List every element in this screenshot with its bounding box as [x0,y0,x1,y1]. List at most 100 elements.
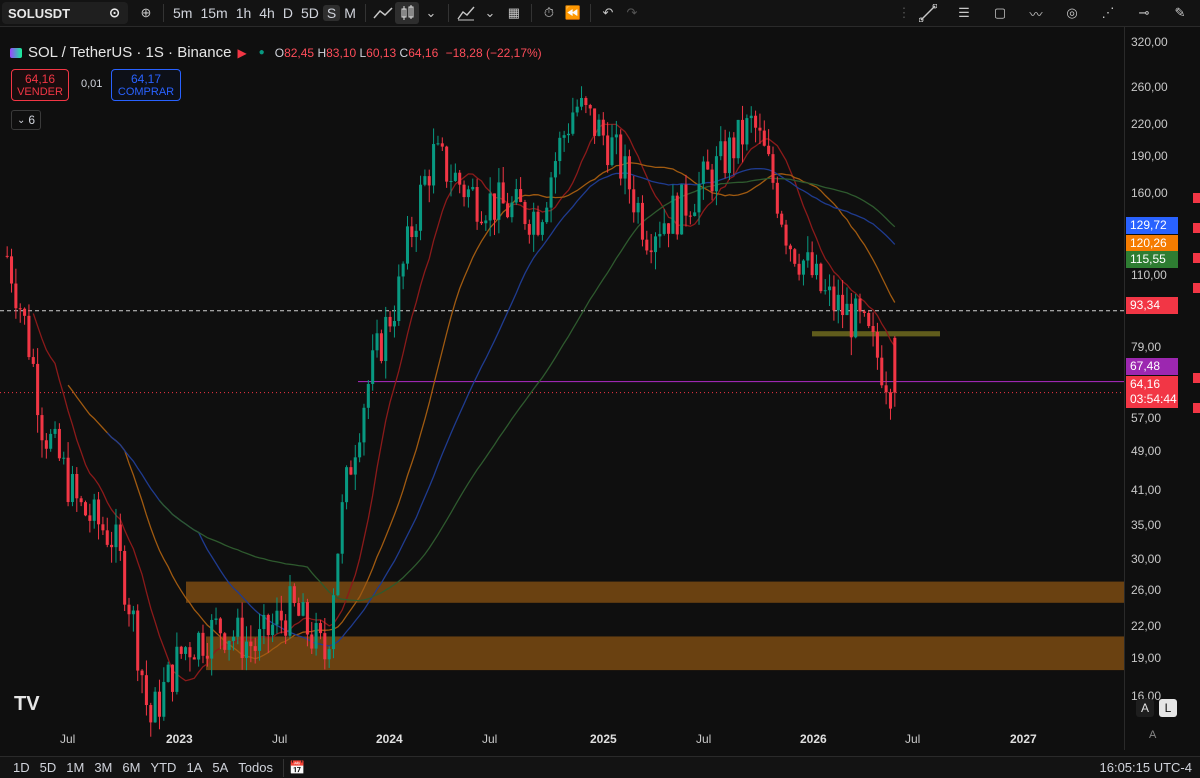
candle-body [593,108,597,136]
range-button-ytd[interactable]: YTD [145,760,181,775]
replay-icon[interactable]: ⏪ [561,2,585,24]
candle-body [166,664,170,682]
chevron-down-icon[interactable]: ⌄ [419,2,443,24]
candle-body [519,189,523,202]
flag-icon[interactable]: ▶ [237,46,246,60]
brush-tool-icon[interactable]: ✎ [1168,2,1192,24]
range-buttons: 1D 5D 1M 3M 6M YTD 1A 5A Todos [8,760,278,775]
marker-tab[interactable] [1193,223,1200,233]
candle-body [449,180,453,182]
range-button-5d[interactable]: 5D [35,760,62,775]
price-tick-label: 30,00 [1131,551,1162,566]
marker-tab[interactable] [1193,403,1200,413]
buy-button[interactable]: 64,17 COMPRAR [111,69,181,101]
range-button-1d[interactable]: 1D [8,760,35,775]
time-tick-label: Jul [482,732,498,746]
purple-line-tag: 67,48 [1126,358,1178,375]
tradingview-logo-icon[interactable]: TV [14,693,40,716]
candle-body [619,134,623,179]
candle-body [53,428,57,434]
reset-axis-icon[interactable]: A [1149,729,1156,741]
interval-button-1h[interactable]: 1h [232,5,256,21]
pattern-tool-icon[interactable]: 〰 [1024,2,1048,24]
marker-tab[interactable] [1193,373,1200,383]
interval-button-5d[interactable]: 5D [297,5,323,21]
layout-grid-icon[interactable]: ▦ [502,2,526,24]
symbol-search[interactable]: SOLUSDT ⊙ [2,2,128,24]
candles-icon[interactable] [394,2,419,24]
candlestick-chart[interactable] [0,27,1124,750]
redo-icon[interactable]: ↷ [620,2,644,24]
range-button-1a[interactable]: 1A [181,760,207,775]
node-tool-icon[interactable]: ⋰ [1096,2,1120,24]
candle-body [606,135,610,166]
divider [163,4,164,22]
marker-tab[interactable] [1193,283,1200,293]
candle-body [144,675,148,706]
chart-pane[interactable] [0,27,1124,750]
interval-button-m[interactable]: M [340,5,360,21]
marker-tab[interactable] [1193,253,1200,263]
candle-body [532,211,536,235]
drag-handle-icon[interactable]: ⋮ [892,2,916,24]
range-button-5a[interactable]: 5A [207,760,233,775]
line-chart-icon[interactable] [371,2,395,24]
fib-tool-icon[interactable]: ☰ [952,2,976,24]
candle-body [83,502,88,516]
interval-button-5m[interactable]: 5m [169,5,196,21]
trendline-tool-icon[interactable] [916,2,940,24]
log-scale-button[interactable]: L [1159,699,1177,717]
candle-body [536,211,540,235]
range-button-todos[interactable]: Todos [233,760,278,775]
date-range-icon[interactable]: 📅 [289,760,305,776]
candle-body [653,236,658,253]
candle-body [92,499,96,521]
measure-tool-icon[interactable]: ⊸ [1132,2,1156,24]
legend-title[interactable]: SOL / TetherUS · 1S · Binance [28,44,231,61]
candle-body [588,105,592,109]
undo-icon[interactable]: ↶ [596,2,620,24]
line-chart-glyph [373,7,393,19]
auto-scale-button[interactable]: A [1136,699,1154,717]
candle-body [97,499,101,525]
ma-blue-tag: 129,72 [1126,217,1178,234]
range-button-6m[interactable]: 6M [117,760,145,775]
rectangle-tool-icon[interactable]: ▢ [988,2,1012,24]
interval-button-4h[interactable]: 4h [255,5,279,21]
countdown-value: 03:54:44 [1130,392,1177,406]
open-label: O [274,45,285,60]
candle-body [184,647,188,654]
candle-body [767,145,771,155]
candle-body [27,315,31,358]
candle-body [423,176,427,185]
candle-body [210,619,214,659]
add-symbol-icon[interactable]: ⊕ [134,2,158,24]
interval-group: 5m 15m 1h 4h D 5D S M [169,5,360,21]
marker-tab[interactable] [1193,193,1200,203]
chevron-down-icon[interactable]: ⌄ [478,2,502,24]
time-axis[interactable]: Jul 2023 Jul 2024 Jul 2025 Jul 2026 Jul 2027 [0,728,1124,750]
indicators-toggle[interactable]: ⌄ 6 [11,110,41,130]
candle-body [793,249,797,264]
clock[interactable]: 16:05:15 UTC-4 [1100,760,1193,775]
interval-button-d[interactable]: D [279,5,297,21]
sell-button[interactable]: 64,16 VENDER [11,69,69,101]
alert-clock-icon[interactable]: ⏱ [537,2,561,24]
price-axis[interactable]: 320,00 260,00 220,00 190,00 160,00 110,00 79,0… [1124,27,1183,750]
compare-icon[interactable]: ⊙ [109,5,120,21]
candle-body [562,135,566,138]
candle-body [162,681,166,717]
candle-body [101,524,105,531]
candle-body [170,664,175,692]
range-button-1m[interactable]: 1M [61,760,89,775]
interval-button-15m[interactable]: 15m [196,5,231,21]
candle-body [571,112,575,134]
candle-body [5,255,9,257]
prediction-tool-icon[interactable]: ◎ [1060,2,1084,24]
interval-button-s[interactable]: S [322,5,341,21]
range-button-3m[interactable]: 3M [89,760,117,775]
candle-body [336,553,340,596]
indicators-icon[interactable] [454,2,478,24]
price-tick-label: 110,00 [1131,267,1167,282]
candle-body [475,187,479,222]
